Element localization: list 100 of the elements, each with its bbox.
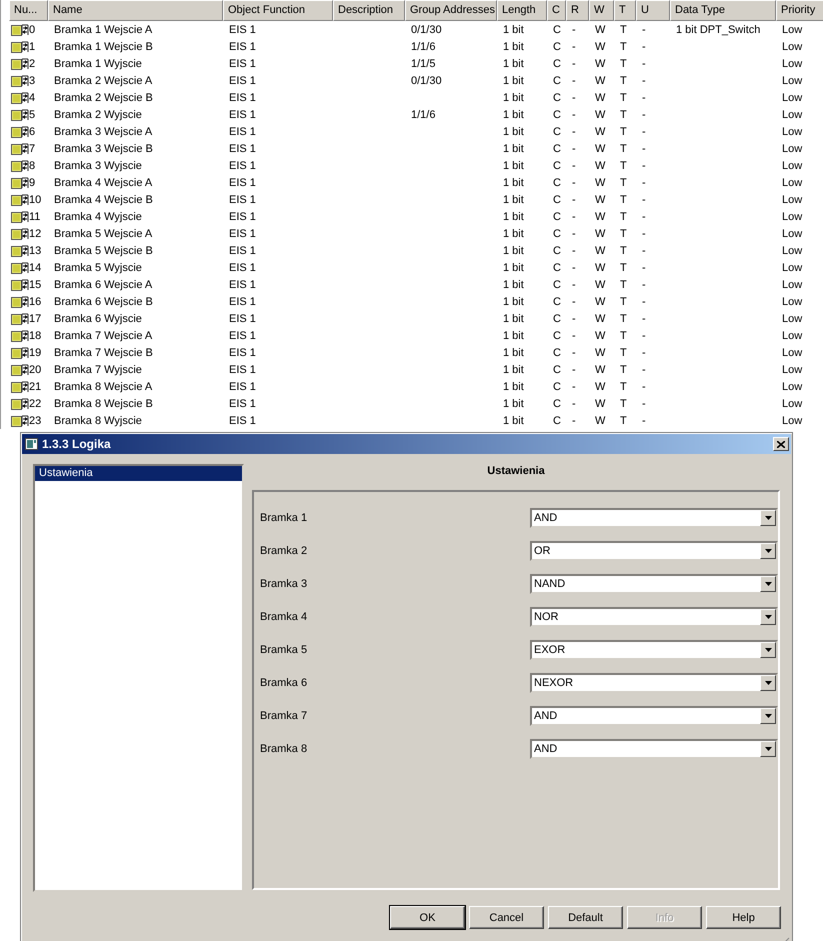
- column-header[interactable]: W: [589, 0, 614, 21]
- caret-icon[interactable]: [764, 747, 772, 751]
- caret-icon[interactable]: [764, 681, 772, 685]
- dialog-button[interactable]: OK: [390, 906, 465, 929]
- table-cell: 1 bit: [503, 176, 524, 188]
- table-cell: Low: [782, 278, 802, 290]
- table-cell: 1 bit DPT_Switch: [676, 24, 760, 36]
- caret-icon[interactable]: [764, 648, 772, 652]
- table-cell: 1 bit: [503, 210, 524, 222]
- object-icon: [11, 380, 29, 394]
- table-cell: T: [620, 312, 627, 324]
- table-cell: Low: [782, 380, 802, 392]
- table-cell: W: [595, 346, 606, 358]
- row-number: 15: [29, 278, 42, 290]
- row-number: 1: [29, 40, 36, 52]
- table-cell: -: [572, 74, 576, 86]
- dropdown[interactable]: NOR: [530, 607, 778, 627]
- setting-label: Bramka 4: [260, 611, 308, 623]
- table-cell: Low: [782, 160, 802, 172]
- column-header[interactable]: Description: [333, 0, 405, 21]
- caret-icon[interactable]: [764, 516, 772, 520]
- table-cell: Low: [782, 194, 802, 206]
- table-cell: W: [595, 160, 606, 172]
- dropdown[interactable]: EXOR: [530, 640, 778, 660]
- caret-icon[interactable]: [764, 615, 772, 619]
- column-header[interactable]: Data Type: [670, 0, 776, 21]
- row-number: 21: [29, 380, 42, 392]
- table-cell: -: [642, 108, 646, 120]
- table-cell: EIS 1: [229, 24, 256, 36]
- table-cell: EIS 1: [229, 160, 256, 172]
- close-icon[interactable]: [777, 440, 785, 448]
- dialog-button[interactable]: Cancel: [469, 906, 544, 929]
- column-header[interactable]: T: [614, 0, 636, 21]
- column-header[interactable]: Length: [497, 0, 547, 21]
- dropdown[interactable]: NAND: [530, 574, 778, 594]
- table-cell: Bramka 8 Wejscie B: [54, 398, 153, 410]
- dialog-button[interactable]: Help: [706, 906, 781, 929]
- close-button[interactable]: [773, 437, 789, 451]
- table-cell: -: [642, 380, 646, 392]
- column-header[interactable]: Object Function: [223, 0, 333, 21]
- dropdown[interactable]: NEXOR: [530, 673, 778, 693]
- row-number: 10: [29, 194, 42, 206]
- dropdown[interactable]: AND: [530, 739, 778, 759]
- table-cell: T: [620, 228, 627, 240]
- table-cell: Bramka 4 Wejscie A: [54, 176, 152, 188]
- table-cell: -: [572, 380, 576, 392]
- table-cell: EIS 1: [229, 108, 256, 120]
- caret-icon[interactable]: [764, 582, 772, 586]
- table-cell: W: [595, 398, 606, 410]
- table-cell: Low: [782, 210, 802, 222]
- column-header[interactable]: U: [636, 0, 670, 21]
- sidebar-item[interactable]: Ustawienia: [35, 466, 242, 481]
- table-cell: Low: [782, 228, 802, 240]
- table-cell: Bramka 7 Wejscie B: [54, 346, 153, 358]
- table-cell: T: [620, 160, 627, 172]
- column-header[interactable]: R: [566, 0, 589, 21]
- table-cell: 1 bit: [503, 108, 524, 120]
- column-header[interactable]: C: [547, 0, 566, 21]
- table-cell: C: [553, 244, 561, 256]
- table-cell: C: [553, 176, 561, 188]
- column-header[interactable]: Priority: [776, 0, 823, 21]
- panel-heading: Ustawienia: [486, 464, 546, 479]
- table-cell: 1 bit: [503, 228, 524, 240]
- table-cell: Low: [782, 312, 802, 324]
- table-cell: -: [572, 108, 576, 120]
- table-cell: T: [620, 210, 627, 222]
- column-header[interactable]: Name: [48, 0, 223, 21]
- caret-icon[interactable]: [764, 714, 772, 718]
- table-cell: -: [572, 398, 576, 410]
- column-header[interactable]: Group Addresses: [405, 0, 497, 21]
- table-cell: C: [553, 74, 561, 86]
- table-cell: 1/1/6: [411, 108, 436, 120]
- table-cell: W: [595, 142, 606, 154]
- caret-icon[interactable]: [764, 549, 772, 553]
- table-cell: -: [642, 312, 646, 324]
- dropdown[interactable]: AND: [530, 508, 778, 528]
- table-cell: EIS 1: [229, 330, 256, 342]
- column-header[interactable]: Nu...: [9, 0, 48, 21]
- table-cell: -: [572, 210, 576, 222]
- table-cell: EIS 1: [229, 398, 256, 410]
- table-cell: -: [572, 24, 576, 36]
- dropdown[interactable]: OR: [530, 541, 778, 561]
- table-cell: EIS 1: [229, 142, 256, 154]
- dropdown[interactable]: AND: [530, 706, 778, 726]
- object-icon: [11, 192, 29, 206]
- table-cell: -: [642, 92, 646, 104]
- object-icon: [11, 260, 29, 274]
- table-cell: EIS 1: [229, 58, 256, 70]
- table-cell: T: [620, 58, 627, 70]
- table-cell: 1 bit: [503, 194, 524, 206]
- table-cell: Bramka 1 Wejscie B: [54, 40, 153, 52]
- row-number: 16: [29, 296, 42, 308]
- table-cell: -: [572, 58, 576, 70]
- table-cell: Bramka 8 Wejscie A: [54, 380, 152, 392]
- table-cell: W: [595, 24, 606, 36]
- row-number: 18: [29, 330, 42, 342]
- row-number: 6: [29, 126, 36, 138]
- table-cell: W: [595, 262, 606, 274]
- dialog-button[interactable]: Default: [548, 906, 623, 929]
- table-cell: 1 bit: [503, 380, 524, 392]
